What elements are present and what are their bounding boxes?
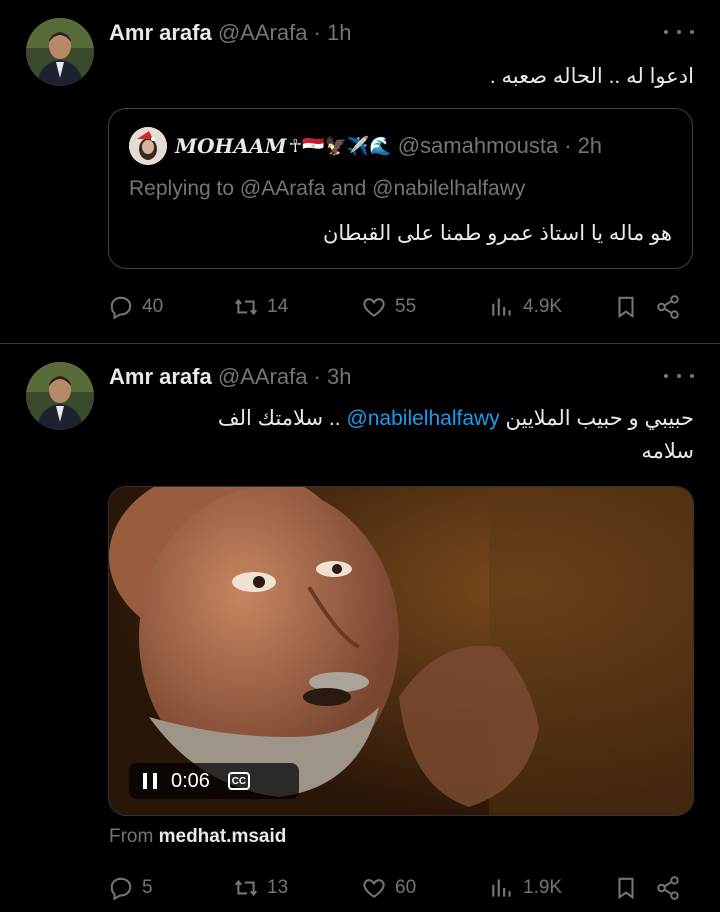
reply-icon [110, 296, 132, 320]
from-label: From [109, 826, 154, 847]
heart-icon [363, 298, 385, 317]
bookmark-icon [618, 296, 634, 319]
captions-icon[interactable]: CC [227, 772, 250, 790]
like-count: 60 [395, 877, 417, 898]
tweet-text-part: حبيبي و حبيب الملايين [499, 407, 695, 430]
reply-count: 40 [142, 296, 164, 317]
tweet-header: Amr arafa @AArafa · 3h [109, 364, 352, 390]
share-icon [657, 876, 679, 900]
video-player[interactable]: 0:06 CC [108, 486, 694, 816]
quote-timestamp: 2h [577, 133, 603, 158]
reply-icon [110, 877, 132, 901]
view-count: 4.9K [523, 296, 563, 317]
tweet-text: ادعوا له .. الحاله صعبه . [489, 65, 694, 88]
share-icon [657, 295, 679, 319]
tweet-header: Amr arafa @AArafa · 1h [109, 20, 352, 46]
reply-count: 5 [142, 877, 153, 898]
video-attribution: From medhat.msaid [109, 826, 286, 848]
avatar[interactable] [26, 362, 94, 430]
like-count: 55 [395, 296, 417, 317]
more-options-icon[interactable] [664, 22, 694, 42]
more-options-icon[interactable] [664, 366, 694, 386]
reply-button[interactable]: 5 [108, 875, 233, 901]
bookmark-button[interactable] [613, 875, 655, 901]
tweet-text: حبيبي و حبيب الملايين @nabilelhalfawy ..… [218, 402, 694, 468]
repost-icon [234, 298, 258, 316]
tweet-actions: 5 13 60 1.9K [108, 871, 694, 905]
repost-button[interactable]: 13 [233, 875, 361, 901]
video-time: 0:06 [171, 769, 210, 792]
reply-button[interactable]: 40 [108, 294, 233, 320]
author-name[interactable]: Amr arafa [109, 364, 212, 389]
quote-author-name: 𝑴𝑶𝑯𝑨𝑨𝑴 [175, 134, 287, 158]
share-button[interactable] [655, 294, 681, 320]
repost-button[interactable]: 14 [233, 294, 361, 320]
bookmark-button[interactable] [613, 294, 655, 320]
replying-to: Replying to @AArafa and @nabilelhalfawy [129, 177, 526, 200]
tweet[interactable]: Amr arafa @AArafa · 3h حبيبي و حبيب المل… [0, 344, 720, 912]
share-button[interactable] [655, 875, 681, 901]
author-handle[interactable]: @AArafa [218, 20, 308, 45]
quoted-tweet[interactable]: 𝑴𝑶𝑯𝑨𝑨𝑴 ☥🇪🇬🦅✈️🌊 @samahmousta · 2h Replyin… [108, 108, 693, 269]
bookmark-icon [618, 877, 634, 900]
separator-dot: · [564, 133, 572, 158]
tweet[interactable]: Amr arafa @AArafa · 1h ادعوا له .. الحال… [0, 0, 720, 344]
tweet-text-part: .. سلامتك الف [217, 407, 347, 430]
views-icon [492, 298, 511, 316]
quote-author-handle: @samahmousta [397, 133, 559, 158]
tweet-actions: 40 14 55 4.9K [108, 290, 694, 324]
author-handle[interactable]: @AArafa [218, 364, 308, 389]
mention-link[interactable]: @nabilelhalfawy [346, 407, 499, 430]
view-count: 1.9K [523, 877, 563, 898]
quote-avatar [129, 127, 167, 165]
video-controls: 0:06 CC [129, 763, 299, 799]
source-user-link[interactable]: medhat.msaid [159, 826, 287, 847]
repost-icon [234, 879, 258, 897]
heart-icon [363, 879, 385, 898]
avatar[interactable] [26, 18, 94, 86]
views-icon [492, 879, 511, 897]
repost-count: 14 [267, 296, 289, 317]
views-button[interactable]: 4.9K [489, 294, 613, 320]
pause-icon[interactable] [143, 773, 157, 789]
like-button[interactable]: 55 [361, 294, 489, 320]
timestamp[interactable]: 3h [327, 364, 351, 389]
tweet-text-line1: حبيبي و حبيب الملايين @nabilelhalfawy ..… [218, 402, 694, 435]
like-button[interactable]: 60 [361, 875, 489, 901]
tweet-text-line2: سلامه [641, 440, 694, 463]
author-name[interactable]: Amr arafa [109, 20, 212, 45]
views-button[interactable]: 1.9K [489, 875, 613, 901]
timestamp[interactable]: 1h [327, 20, 351, 45]
quote-text: هو ماله يا استاذ عمرو طمنا على القبطان [322, 222, 672, 245]
separator-dot: · [313, 20, 321, 45]
quote-header: 𝑴𝑶𝑯𝑨𝑨𝑴 ☥🇪🇬🦅✈️🌊 @samahmousta · 2h [175, 133, 602, 159]
quote-author-emoji: ☥🇪🇬🦅✈️🌊 [288, 135, 392, 156]
separator-dot: · [313, 364, 321, 389]
repost-count: 13 [267, 877, 289, 898]
